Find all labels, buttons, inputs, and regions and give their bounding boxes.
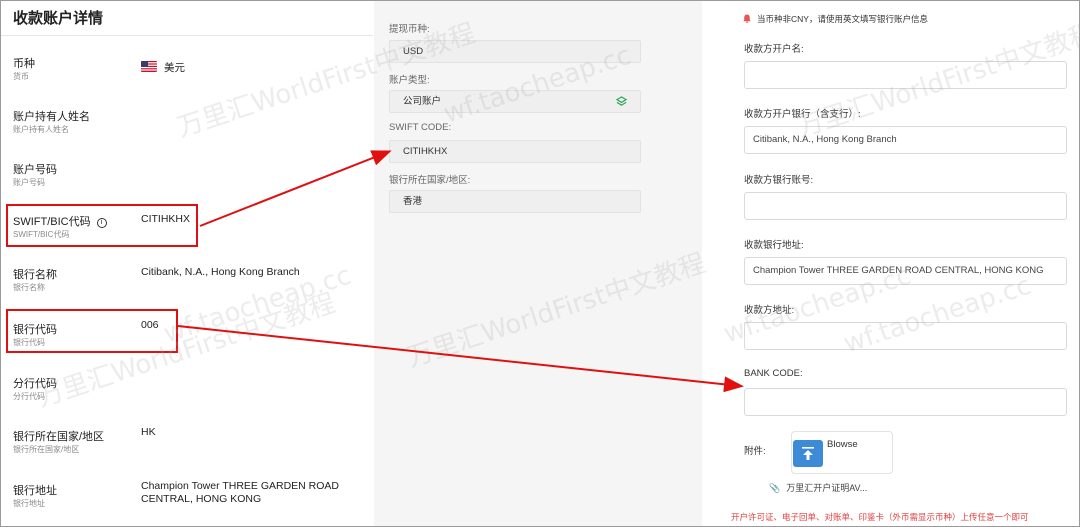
payee-form-panel: 当币种非CNY，请使用英文填写银行账户信息 收款方开户名: 收款方开户银行（含支… — [703, 1, 1079, 526]
us-flag-icon — [141, 61, 157, 72]
account-type-value: 公司账户 — [403, 96, 442, 107]
bank-country-field[interactable]: 香港 — [389, 190, 641, 213]
notice-text: 当币种非CNY，请使用英文填写银行账户信息 — [757, 14, 928, 24]
field-label: BANK CODE: — [744, 368, 803, 379]
currency-value: 美元 — [164, 62, 185, 74]
field-label: 收款银行地址: — [744, 240, 804, 251]
row-label: 银行名称 — [13, 269, 57, 281]
row-label: 币种 — [13, 58, 35, 70]
payee-bank-input[interactable]: Citibank, N.A., Hong Kong Branch — [744, 126, 1067, 154]
field-label: 提现币种: — [389, 24, 430, 35]
currency-notice: 当币种非CNY，请使用英文填写银行账户信息 — [743, 13, 928, 25]
field-label: 银行所在国家/地区: — [389, 175, 471, 186]
field-label: 收款方开户银行（含支行）: — [744, 109, 861, 120]
currency-field[interactable]: USD — [389, 40, 641, 63]
attachment-label: 附件: — [744, 446, 766, 457]
upload-label: Blowse — [827, 439, 858, 450]
field-label: 收款方银行账号: — [744, 175, 814, 186]
row-sublabel: 账户持有人姓名 — [13, 125, 69, 134]
row-value: HK — [141, 426, 156, 438]
upload-button[interactable]: Blowse — [791, 431, 893, 474]
title-divider — [1, 35, 373, 36]
row-sublabel: 账户号码 — [13, 178, 45, 187]
swift-highlight-box — [6, 204, 198, 247]
withdraw-form-panel: 提现币种: USD 账户类型: 公司账户 SWIFT CODE: CITIHKH… — [374, 1, 702, 526]
row-sublabel: 分行代码 — [13, 392, 45, 401]
row-label: 账户持有人姓名 — [13, 111, 90, 123]
paperclip-icon: 📎 — [769, 483, 781, 493]
swift-code-field[interactable]: CITIHKHX — [389, 140, 641, 163]
row-sublabel: 货币 — [13, 72, 29, 81]
field-label: 账户类型: — [389, 75, 430, 86]
bank-code-highlight-box — [6, 309, 178, 353]
bell-icon — [743, 14, 751, 23]
uploaded-file[interactable]: 📎 万里汇开户证明AV... — [769, 481, 867, 494]
upload-icon[interactable] — [793, 440, 823, 467]
row-sublabel: 银行地址 — [13, 499, 45, 508]
row-label: 分行代码 — [13, 378, 57, 390]
row-sublabel: 银行名称 — [13, 283, 45, 292]
payee-name-input[interactable] — [744, 61, 1067, 89]
account-type-field[interactable]: 公司账户 — [389, 90, 641, 113]
row-label: 银行地址 — [13, 485, 57, 497]
bank-address-input[interactable]: Champion Tower THREE GARDEN ROAD CENTRAL… — [744, 257, 1067, 285]
file-name: 万里汇开户证明AV... — [786, 483, 868, 493]
bank-code-input[interactable] — [744, 388, 1067, 416]
layers-icon — [616, 96, 627, 106]
field-label: SWIFT CODE: — [389, 122, 452, 133]
row-sublabel: 银行所在国家/地区 — [13, 445, 80, 454]
attachment-note: 开户许可证、电子回单、对账单、印鉴卡（外币需显示币种）上传任意一个即可 — [731, 512, 1029, 522]
panel-title: 收款账户详情 — [13, 10, 104, 27]
field-label: 收款方开户名: — [744, 44, 804, 55]
account-details-panel: 收款账户详情 币种 货币 美元 账户持有人姓名 账户持有人姓名 账户号码 账户号… — [1, 1, 373, 526]
row-value: 美元 — [141, 61, 371, 75]
row-value: Citibank, N.A., Hong Kong Branch — [141, 266, 300, 278]
payee-address-input[interactable] — [744, 322, 1067, 350]
field-label: 收款方地址: — [744, 305, 795, 316]
row-label: 银行所在国家/地区 — [13, 431, 105, 443]
row-value: Champion Tower THREE GARDEN ROAD CENTRAL… — [141, 480, 340, 505]
payee-account-input[interactable] — [744, 192, 1067, 220]
row-label: 账户号码 — [13, 164, 57, 176]
